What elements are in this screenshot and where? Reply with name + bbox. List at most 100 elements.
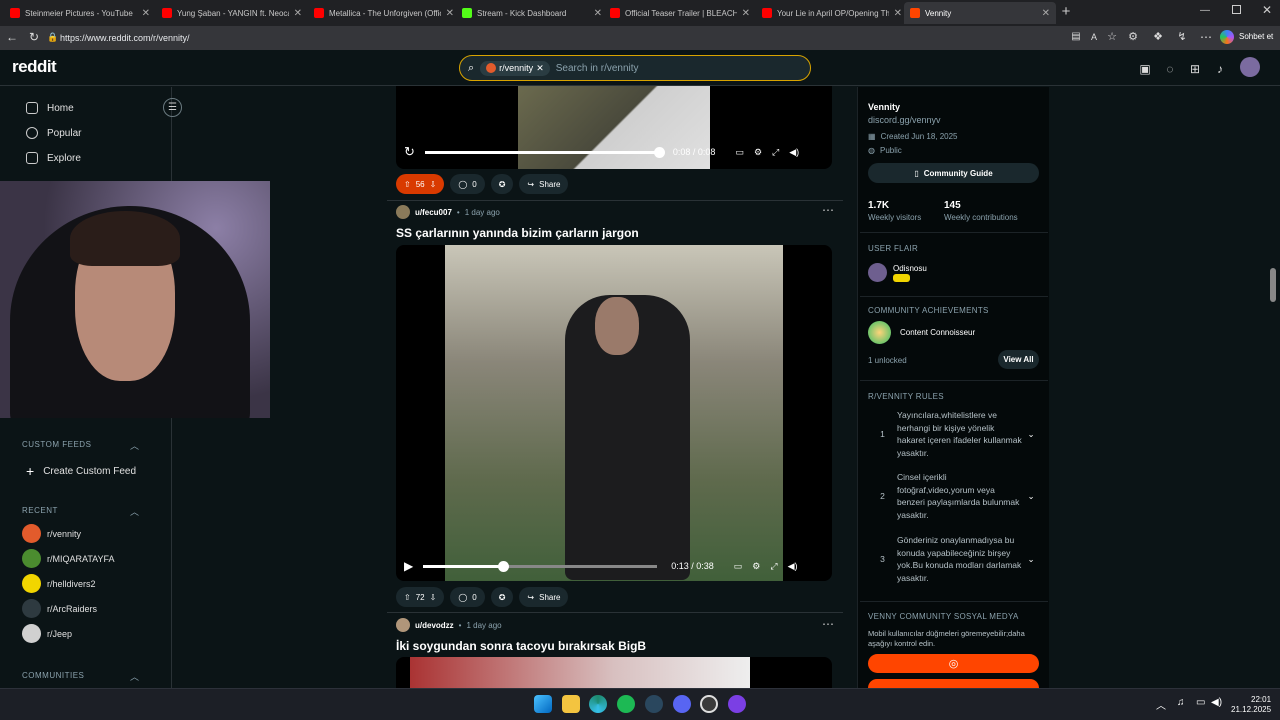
captions-icon[interactable]: ▭ xyxy=(735,147,744,158)
scrollbar-track[interactable] xyxy=(1267,87,1280,688)
close-tab-icon[interactable]: ✕ xyxy=(446,8,454,19)
recent-heading[interactable]: RECENT xyxy=(22,506,58,515)
close-tab-icon[interactable]: ✕ xyxy=(1042,8,1050,19)
post2-more-icon[interactable]: ⋯ xyxy=(822,203,834,217)
close-icon[interactable]: ✕ xyxy=(536,63,544,74)
post3-more-icon[interactable]: ⋯ xyxy=(822,617,834,631)
more-icon[interactable]: ⋯ xyxy=(1198,29,1214,45)
recent-community[interactable]: r/vennity xyxy=(22,524,81,543)
post2-title[interactable]: SS çarlarının yanında bizim çarların jar… xyxy=(396,226,639,240)
rule-item[interactable]: 3 Gönderiniz onaylanmadıysa bu konuda yap… xyxy=(868,534,1039,584)
flair-username[interactable]: Odisnosu xyxy=(893,264,927,273)
fullscreen-icon[interactable]: ⤢ xyxy=(772,147,779,158)
read-aloud-icon[interactable]: A xyxy=(1086,29,1102,45)
close-tab-icon[interactable]: ✕ xyxy=(894,8,902,19)
chevron-down-icon[interactable]: ⌄ xyxy=(1023,428,1039,441)
browser-tab[interactable]: Vennity ✕ xyxy=(904,2,1056,24)
post1-progress-bar[interactable] xyxy=(424,146,665,158)
maximize-button[interactable] xyxy=(1232,5,1241,14)
post2-user-avatar[interactable] xyxy=(396,205,410,219)
sidebar-collapse-button[interactable]: ☰ xyxy=(163,98,182,117)
browser-tab[interactable]: Stream - Kick Dashboard ✕ xyxy=(456,2,608,24)
chat-icon[interactable]: ◌ xyxy=(1162,61,1178,77)
discord-icon[interactable] xyxy=(673,695,691,713)
downvote-icon[interactable]: ⇩ xyxy=(430,180,437,189)
volume-icon[interactable]: ◀) xyxy=(789,147,799,158)
community-guide-button[interactable]: ▯ Community Guide xyxy=(868,163,1039,183)
copilot-label[interactable]: Sohbet et xyxy=(1239,32,1273,41)
tray-chevron-icon[interactable]: ︿ xyxy=(1156,697,1166,712)
post1-vote[interactable]: ⇧ 56 ⇩ xyxy=(396,174,445,194)
lock-icon[interactable]: 🔒 xyxy=(45,29,61,45)
rule-item[interactable]: 1 Yayıncılara,whitelistlere ve herhangi b… xyxy=(868,409,1039,459)
copilot-icon[interactable] xyxy=(1220,30,1234,44)
scrollbar-thumb[interactable] xyxy=(1270,268,1276,302)
custom-feeds-heading[interactable]: CUSTOM FEEDS xyxy=(22,440,91,449)
downvote-icon[interactable]: ⇩ xyxy=(430,593,437,602)
upvote-icon[interactable]: ⇧ xyxy=(404,593,411,602)
close-tab-icon[interactable]: ✕ xyxy=(142,8,150,19)
post3-media[interactable] xyxy=(396,657,832,688)
extensions-icon[interactable]: ⚙ xyxy=(1125,29,1141,45)
post2-progress-bar[interactable] xyxy=(423,560,658,572)
rule-item[interactable]: 2 Cinsel içerikli fotoğraf,video,yorum ve… xyxy=(868,471,1039,521)
chevron-up-icon[interactable]: ︿ xyxy=(130,670,139,683)
browser-tab[interactable]: Your Lie in April OP/Opening Them ✕ xyxy=(756,2,908,24)
steam-icon[interactable] xyxy=(645,695,663,713)
settings-icon[interactable]: ⚙ xyxy=(752,561,760,572)
spotify-icon[interactable] xyxy=(617,695,635,713)
recent-community[interactable]: r/Jeep xyxy=(22,624,72,643)
post2-comments-button[interactable]: ◯ 0 xyxy=(450,587,485,607)
sidebar-item-popular[interactable]: Popular xyxy=(26,127,81,139)
post1-award-button[interactable]: ✪ xyxy=(490,174,514,194)
post3-username[interactable]: u/devodzz xyxy=(415,621,454,630)
play-icon[interactable]: ▶ xyxy=(404,559,413,573)
start-icon[interactable] xyxy=(534,695,552,713)
new-tab-button[interactable]: + xyxy=(1058,4,1074,20)
chevron-up-icon[interactable]: ︿ xyxy=(130,439,139,452)
recent-community[interactable]: r/MIQARATAYFA xyxy=(22,549,115,568)
replay-icon[interactable]: ↻ xyxy=(404,144,415,160)
favorite-icon[interactable]: ☆ xyxy=(1104,29,1120,45)
recent-community[interactable]: r/ArcRaiders xyxy=(22,599,97,618)
reload-icon[interactable]: ↻ xyxy=(26,29,42,45)
url-field[interactable]: https://www.reddit.com/r/vennity/ xyxy=(60,29,1060,47)
file-explorer-icon[interactable] xyxy=(562,695,580,713)
social-link-button[interactable]: ◎ xyxy=(868,654,1039,673)
upvote-icon[interactable]: ⇧ xyxy=(404,180,411,189)
reddit-logo[interactable]: reddit xyxy=(12,57,57,77)
close-tab-icon[interactable]: ✕ xyxy=(294,8,302,19)
post1-share-button[interactable]: ↪ Share xyxy=(519,174,569,194)
chevron-up-icon[interactable]: ︿ xyxy=(130,505,139,518)
ads-icon[interactable]: ▣ xyxy=(1137,61,1153,77)
post1-video[interactable]: ↻ 0:08 / 0:08 ▭ ⚙ ⤢ ◀) xyxy=(396,86,832,169)
fullscreen-icon[interactable]: ⤢ xyxy=(770,561,777,572)
post3-title[interactable]: İki soygundan sonra tacoyu bırakırsak Bi… xyxy=(396,639,646,653)
browser-tab[interactable]: Steinmeier Pictures - YouTube ✕ xyxy=(4,2,156,24)
app-icon[interactable] xyxy=(700,695,718,713)
network-icon[interactable]: ▭ xyxy=(1196,697,1205,708)
volume-icon[interactable]: ◀) xyxy=(788,561,798,572)
create-custom-feed-button[interactable]: + Create Custom Feed xyxy=(26,463,136,479)
captions-icon[interactable]: ▭ xyxy=(734,561,743,572)
recent-community[interactable]: r/helldivers2 xyxy=(22,574,96,593)
microphone-icon[interactable]: ♫ xyxy=(1177,697,1185,708)
create-post-icon[interactable]: ⊞ xyxy=(1187,61,1203,77)
notification-bell-icon[interactable]: ♪ xyxy=(1212,61,1228,77)
app-icon[interactable] xyxy=(728,695,746,713)
close-tab-icon[interactable]: ✕ xyxy=(742,8,750,19)
community-link[interactable]: discord.gg/vennyv xyxy=(868,115,941,125)
search-scope-chip[interactable]: r/vennity ✕ xyxy=(480,60,550,76)
browser-tab[interactable]: Yung Şaban - YANGIN ft. Neocastle ✕ xyxy=(156,2,308,24)
close-tab-icon[interactable]: ✕ xyxy=(594,8,602,19)
edge-icon[interactable] xyxy=(589,695,607,713)
chevron-down-icon[interactable]: ⌄ xyxy=(1023,553,1039,566)
reader-icon[interactable]: ▤ xyxy=(1068,29,1084,45)
search-bar[interactable]: ⌕ r/vennity ✕ Search in r/vennity xyxy=(459,55,811,81)
browser-tab[interactable]: Metallica - The Unforgiven (Official ✕ xyxy=(308,2,460,24)
flair-avatar[interactable] xyxy=(868,263,887,282)
post2-username[interactable]: u/fecu007 xyxy=(415,208,452,217)
sync-icon[interactable]: ↯ xyxy=(1174,29,1190,45)
chevron-down-icon[interactable]: ⌄ xyxy=(1023,490,1039,503)
settings-icon[interactable]: ⚙ xyxy=(754,147,762,158)
